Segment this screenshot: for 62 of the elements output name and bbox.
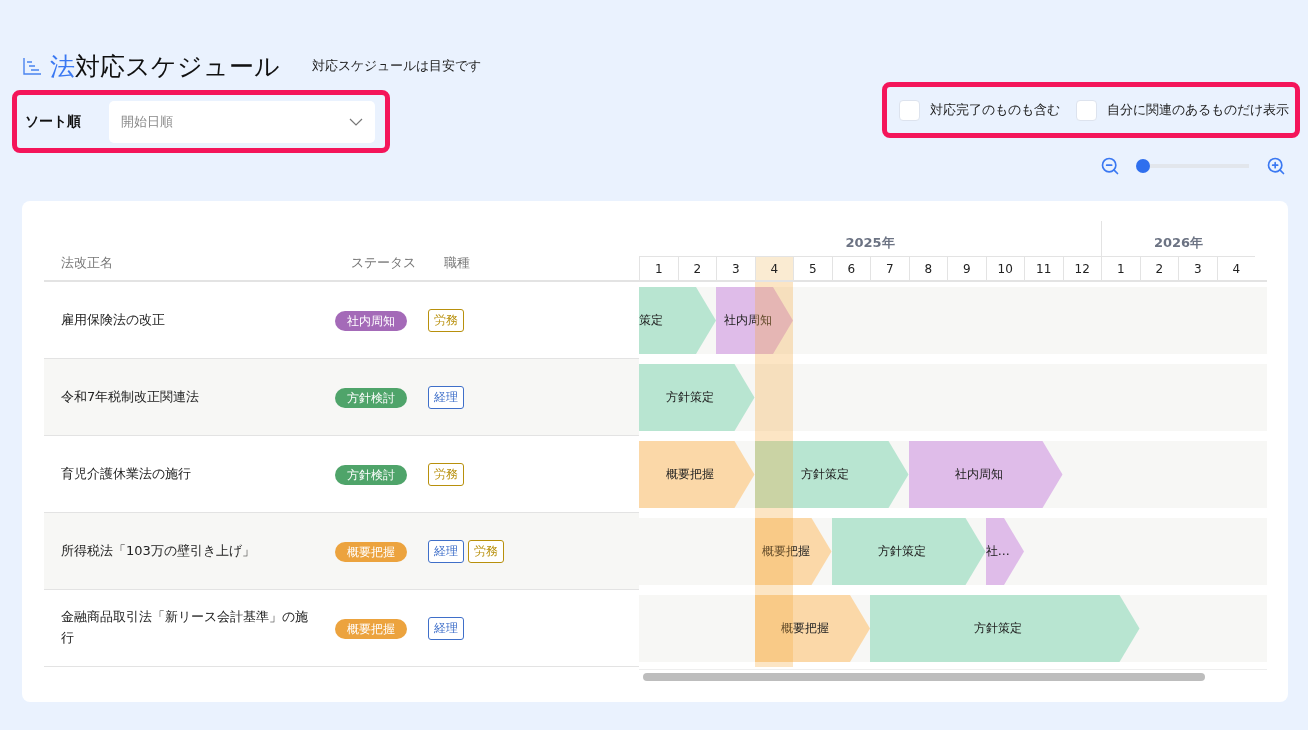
gantt-icon: [22, 57, 42, 75]
filter-label: 対応完了のものも含む: [930, 101, 1060, 119]
zoom-in-icon[interactable]: [1266, 156, 1286, 176]
column-header: 職種: [444, 254, 471, 272]
status-badge: 社内周知: [335, 311, 407, 331]
month-cell: 10: [985, 256, 1024, 280]
role-tag: 経理: [428, 539, 464, 563]
filter-label: 自分に関連のあるものだけ表示: [1107, 101, 1289, 119]
month-cell: 4: [1216, 256, 1255, 280]
law-name: 育児介護休業法の施行: [61, 464, 192, 483]
role-tag: 労務: [428, 462, 464, 486]
law-name: 雇用保険法の改正: [61, 310, 166, 329]
month-cell: 6: [831, 256, 870, 280]
law-name: 令和7年税制改正関連法: [61, 387, 201, 406]
role-tag: 労務: [428, 308, 464, 332]
phase-bar: 方針策定: [831, 518, 986, 585]
checkbox[interactable]: [1076, 99, 1097, 121]
sort-label: ソート順: [25, 112, 81, 131]
month-cell: 4: [754, 256, 793, 280]
status-badge: 方針検討: [335, 465, 407, 485]
phase-bar: 方針策定: [639, 364, 755, 431]
month-cell: 5: [793, 256, 832, 280]
schedule-note: 対応スケジュールは目安です: [312, 57, 481, 75]
month-cell: 12: [1062, 256, 1101, 280]
phase-bar: 社内周知: [716, 287, 793, 354]
sort-select[interactable]: 開始日順: [109, 100, 375, 143]
slider-thumb[interactable]: [1135, 159, 1150, 173]
month-cell: 3: [716, 256, 755, 280]
role-tag: 経理: [428, 616, 464, 640]
law-name: 金融商品取引法「新リース会計基準」の施行: [61, 608, 309, 647]
month-cell: 2: [677, 256, 716, 280]
law-name: 所得税法「103万の壁引き上げ」: [61, 541, 256, 560]
column-header: ステータス: [351, 254, 417, 272]
year-label: 2025年: [845, 234, 895, 252]
month-cell: 2: [1139, 256, 1178, 280]
month-cell: 3: [1178, 256, 1217, 280]
phase-bar: 社内周知: [908, 441, 1063, 508]
month-cell: 11: [1024, 256, 1063, 280]
month-cell: 8: [908, 256, 947, 280]
phase-bar: 方針策定: [754, 441, 909, 508]
month-cell: 9: [947, 256, 986, 280]
page-title: 法対応スケジュール: [22, 49, 280, 83]
year-label: 2026年: [1153, 234, 1204, 252]
column-header: 法改正名: [61, 254, 114, 272]
phase-bar: 概要把握: [754, 595, 870, 662]
role-tag: 労務: [468, 539, 504, 563]
phase-bar: 社…: [985, 518, 1024, 585]
status-badge: 概要把握: [335, 542, 407, 562]
scrollbar-thumb[interactable]: [643, 673, 1205, 681]
checkbox[interactable]: [899, 99, 920, 121]
zoom-out-icon[interactable]: [1100, 156, 1120, 176]
phase-bar: 方針策定: [870, 595, 1140, 662]
status-badge: 概要把握: [335, 619, 407, 639]
month-cell: 1: [639, 256, 678, 280]
phase-bar: 概要把握: [639, 441, 755, 508]
status-badge: 方針検討: [335, 388, 407, 408]
month-cell: 7: [870, 256, 909, 280]
month-cell: 1: [1101, 256, 1140, 280]
phase-bar: 策定: [639, 287, 716, 354]
phase-bar: 概要把握: [754, 518, 832, 585]
role-tag: 経理: [428, 385, 464, 409]
chevron-down-icon: [349, 117, 363, 126]
